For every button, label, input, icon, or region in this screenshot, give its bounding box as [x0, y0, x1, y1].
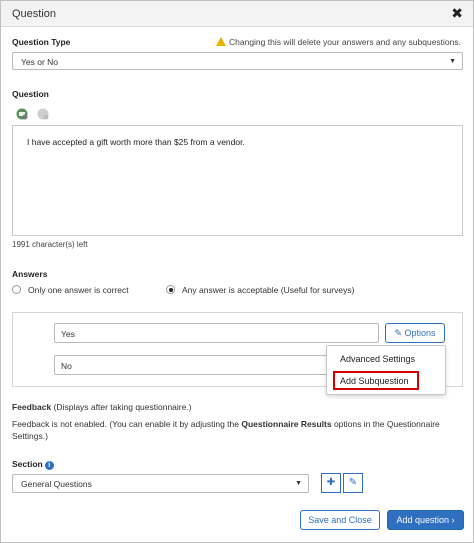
section-label: Section — [12, 459, 43, 469]
feedback-text: Feedback is not enabled. (You can enable… — [12, 418, 467, 442]
answer-input-yes[interactable]: Yes — [54, 323, 379, 343]
question-editor[interactable]: I have accepted a gift worth more than $… — [12, 125, 463, 236]
question-type-select[interactable]: Yes or No ▼ — [12, 52, 463, 70]
warning-text: Changing this will delete your answers a… — [229, 37, 461, 47]
question-label: Question — [12, 89, 49, 99]
options-label: Options — [404, 328, 436, 338]
dialog-titlebar: Question ✖ — [1, 1, 473, 27]
feedback-text-part2: options in the Questionnaire — [331, 419, 440, 429]
dialog-title: Question — [12, 8, 57, 20]
answer-value-no: No — [61, 361, 72, 371]
pencil-icon: ✎ — [394, 328, 402, 338]
radio-any-label: Any answer is acceptable (Useful for sur… — [182, 285, 355, 295]
add-section-button[interactable]: ✚ — [321, 473, 341, 493]
warning-icon — [216, 37, 226, 46]
radio-only-one-correct[interactable] — [12, 285, 21, 294]
close-icon[interactable]: ✖ — [451, 5, 463, 22]
edit-section-button[interactable]: ✎ — [343, 473, 363, 493]
answer-value-yes: Yes — [61, 329, 75, 339]
highlight-box — [333, 371, 419, 390]
feedback-label: Feedback — [12, 402, 52, 412]
radio-only-one-label: Only one answer is correct — [28, 285, 129, 295]
feedback-note: (Displays after taking questionnaire.) — [53, 402, 192, 412]
feedback-text-part1: Feedback is not enabled. (You can enable… — [12, 419, 242, 429]
options-button[interactable]: ✎ Options — [385, 323, 445, 343]
question-type-warning: Changing this will delete your answers a… — [216, 36, 461, 47]
question-dialog: Question ✖ Question Type Changing this w… — [0, 0, 474, 543]
question-type-value: Yes or No — [21, 57, 59, 67]
answer-input-no[interactable]: No — [54, 355, 334, 375]
insert-image-icon[interactable] — [16, 108, 28, 120]
pencil-icon: ✎ — [348, 477, 358, 488]
feedback-text-line2: Settings.) — [12, 431, 48, 441]
menu-item-advanced-settings[interactable]: Advanced Settings — [340, 354, 415, 364]
feedback-heading: Feedback (Displays after taking question… — [12, 402, 192, 412]
char-count: 1991 character(s) left — [12, 240, 88, 249]
question-text: I have accepted a gift worth more than $… — [27, 137, 245, 147]
feedback-text-bold: Questionnaire Results — [241, 419, 332, 429]
save-and-close-button[interactable]: Save and Close — [300, 510, 380, 530]
section-heading: Section i — [12, 459, 54, 470]
info-icon[interactable]: i — [44, 461, 54, 470]
section-value: General Questions — [21, 479, 92, 489]
answers-label: Answers — [12, 269, 48, 279]
section-select[interactable]: General Questions ▼ — [12, 474, 309, 493]
chevron-down-icon: ▼ — [449, 58, 456, 65]
radio-any-acceptable[interactable] — [166, 285, 175, 294]
insert-media-icon — [37, 108, 49, 120]
chevron-down-icon: ▼ — [295, 480, 302, 487]
plus-icon: ✚ — [326, 477, 336, 488]
question-type-label: Question Type — [12, 37, 71, 47]
add-question-button[interactable]: Add question › — [387, 510, 464, 530]
